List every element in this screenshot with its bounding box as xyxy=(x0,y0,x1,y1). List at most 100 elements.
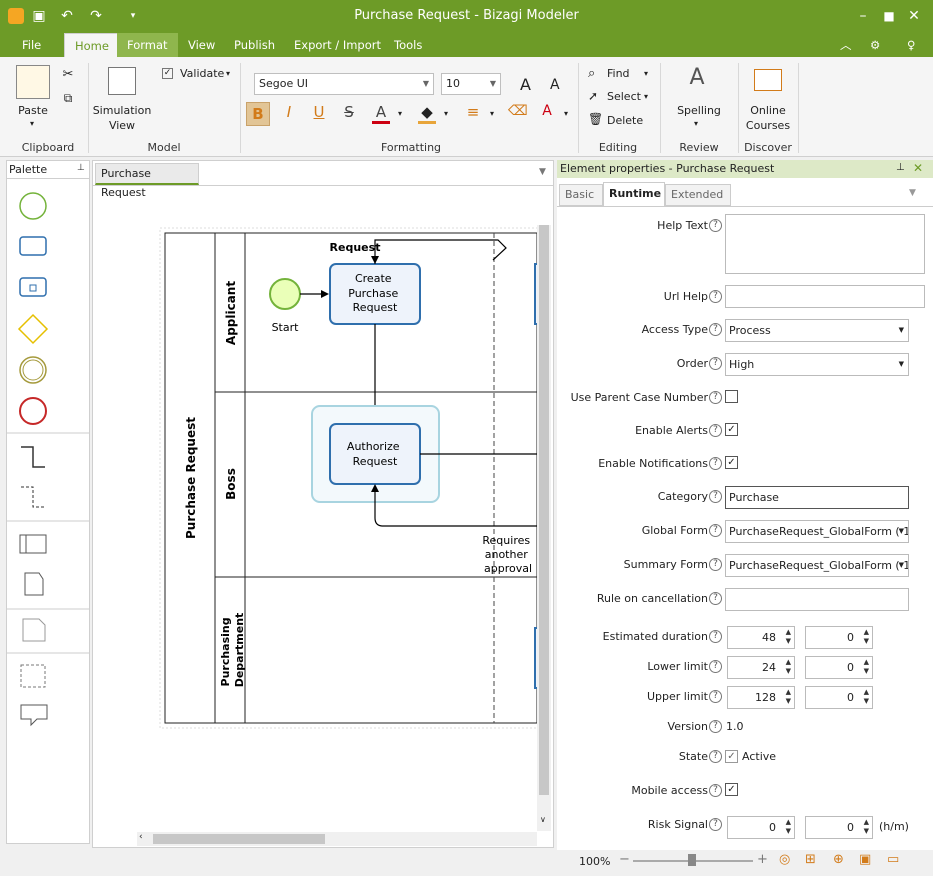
document-tab[interactable]: Purchase Request xyxy=(95,163,199,199)
horizontal-scrollbar-thumb[interactable] xyxy=(153,834,325,844)
spinner-arrows-icon[interactable]: ▲ ▼ xyxy=(864,688,869,706)
estimated-duration-minutes[interactable]: 0 ▲ ▼ xyxy=(805,626,873,649)
tab-list-dropdown-icon[interactable]: ▼ xyxy=(539,167,546,177)
state-checkbox[interactable]: ✓ xyxy=(725,750,738,763)
tab-export-import[interactable]: Export / Import xyxy=(284,33,391,57)
spinner-arrows-icon[interactable]: ▲ ▼ xyxy=(786,628,791,646)
start-event[interactable] xyxy=(269,278,301,310)
clear-format-icon[interactable]: ⌫ xyxy=(508,103,528,119)
help-icon[interactable]: ? xyxy=(709,290,722,303)
close-panel-icon[interactable]: ✕ xyxy=(913,161,923,175)
scroll-down-icon[interactable]: ∨ xyxy=(540,815,546,824)
grow-font-icon[interactable]: A xyxy=(520,75,531,94)
select-dropdown-icon[interactable]: ▾ xyxy=(644,92,648,101)
spinner-arrows-icon[interactable]: ▲ ▼ xyxy=(786,688,791,706)
tab-extended[interactable]: Extended xyxy=(665,184,731,206)
fill-color-dropdown-icon[interactable]: ▾ xyxy=(444,109,448,118)
help-icon[interactable]: ? xyxy=(709,784,722,797)
zoom-out-icon[interactable]: − xyxy=(619,852,630,867)
collapse-ribbon-icon[interactable]: ︿ xyxy=(830,33,862,57)
lower-limit-hours[interactable]: 24 ▲ ▼ xyxy=(727,656,795,679)
online-courses-line1[interactable]: Online xyxy=(740,104,796,117)
risk-signal-hours[interactable]: 0 ▲ ▼ xyxy=(727,816,795,839)
simulation-view-line2[interactable]: View xyxy=(90,119,154,132)
lower-limit-minutes[interactable]: 0 ▲ ▼ xyxy=(805,656,873,679)
spelling-dropdown-icon[interactable]: ▾ xyxy=(694,119,698,128)
paste-icon[interactable] xyxy=(16,65,50,99)
help-icon[interactable]: ? xyxy=(709,219,722,232)
help-icon[interactable]: ? xyxy=(709,424,722,437)
find-icon[interactable]: ⌕ xyxy=(588,66,595,81)
online-courses-icon[interactable] xyxy=(754,69,782,91)
task-shape[interactable] xyxy=(19,236,47,256)
use-parent-checkbox[interactable] xyxy=(725,390,738,403)
align-icon[interactable]: ≡ xyxy=(464,103,482,121)
help-icon[interactable]: ? xyxy=(709,660,722,673)
scroll-left-icon[interactable]: ‹ xyxy=(139,832,143,842)
help-icon[interactable]: ? xyxy=(709,490,722,503)
tab-runtime[interactable]: Runtime xyxy=(603,182,665,206)
access-type-select[interactable]: Process ▼ xyxy=(725,319,909,342)
enable-alerts-checkbox[interactable]: ✓ xyxy=(725,423,738,436)
help-icon[interactable]: ? xyxy=(709,630,722,643)
help-icon[interactable]: ? xyxy=(709,750,722,763)
validate-icon[interactable]: ✓ xyxy=(162,68,173,79)
estimated-duration-hours[interactable]: 48 ▲ ▼ xyxy=(727,626,795,649)
find-button[interactable]: Find xyxy=(607,67,630,80)
fit-page-icon[interactable]: ◎ xyxy=(779,852,790,867)
upper-limit-minutes[interactable]: 0 ▲ ▼ xyxy=(805,686,873,709)
settings-icon[interactable]: ⚙ xyxy=(860,33,890,57)
horizontal-scrollbar[interactable]: ‹ xyxy=(137,832,537,846)
summary-form-select[interactable]: PurchaseRequest_GlobalForm ( 1 ▼ xyxy=(725,554,909,577)
help-bulb-icon[interactable]: ♀ xyxy=(897,33,925,57)
data-object-shape[interactable] xyxy=(24,572,44,596)
paste-dropdown-icon[interactable]: ▾ xyxy=(26,119,38,128)
tabs-dropdown-icon[interactable]: ▼ xyxy=(909,188,916,198)
order-select[interactable]: High ▼ xyxy=(725,353,909,376)
delete-button[interactable]: Delete xyxy=(607,114,643,127)
upper-limit-hours[interactable]: 128 ▲ ▼ xyxy=(727,686,795,709)
gateway-shape[interactable] xyxy=(17,313,49,345)
copy-icon[interactable]: ⧉ xyxy=(60,91,76,106)
font-size-select[interactable]: 10 ▼ xyxy=(441,73,501,95)
select-icon[interactable]: ➚ xyxy=(588,89,598,103)
pin-icon[interactable]: ⊥ xyxy=(896,162,905,173)
spinner-arrows-icon[interactable]: ▲ ▼ xyxy=(864,658,869,676)
artifact-shape[interactable] xyxy=(22,618,46,642)
simulation-view-line1[interactable]: Simulation xyxy=(90,104,154,117)
italic-icon[interactable]: I xyxy=(280,103,298,121)
start-event-shape[interactable] xyxy=(19,192,47,220)
help-icon[interactable]: ? xyxy=(709,818,722,831)
simulation-view-icon[interactable] xyxy=(108,67,136,95)
help-icon[interactable]: ? xyxy=(709,690,722,703)
font-color-icon[interactable]: A xyxy=(372,103,390,124)
strikethrough-icon[interactable]: S xyxy=(340,103,358,121)
font-family-select[interactable]: Segoe UI ▼ xyxy=(254,73,434,95)
risk-signal-minutes[interactable]: 0 ▲ ▼ xyxy=(805,816,873,839)
tab-publish[interactable]: Publish xyxy=(224,33,285,57)
url-help-input[interactable] xyxy=(725,285,925,308)
intermediate-event-shape[interactable] xyxy=(19,356,47,384)
help-icon[interactable]: ? xyxy=(709,720,722,733)
vertical-scrollbar-thumb[interactable] xyxy=(539,225,549,795)
subprocess-shape[interactable] xyxy=(19,277,47,297)
tab-tools[interactable]: Tools xyxy=(384,33,432,57)
task-authorize-request[interactable] xyxy=(329,423,421,485)
tab-file[interactable]: File xyxy=(12,33,51,57)
magnifier-icon[interactable]: ⊕ xyxy=(833,852,844,867)
cut-icon[interactable]: ✂ xyxy=(60,67,76,82)
mobile-access-checkbox[interactable]: ✓ xyxy=(725,783,738,796)
group-shape[interactable] xyxy=(20,664,46,688)
font-color-dropdown-icon[interactable]: ▾ xyxy=(398,109,402,118)
text-direction-icon[interactable]: A xyxy=(538,103,556,119)
spinner-arrows-icon[interactable]: ▲ ▼ xyxy=(786,658,791,676)
fill-color-icon[interactable]: ◆ xyxy=(418,103,436,124)
message-flow-shape[interactable] xyxy=(21,486,45,508)
minimize-icon[interactable]: – xyxy=(854,7,872,25)
close-icon[interactable]: ✕ xyxy=(905,7,923,25)
zoom-in-icon[interactable]: + xyxy=(757,852,768,867)
global-form-select[interactable]: PurchaseRequest_GlobalForm ( 1 ▼ xyxy=(725,520,909,543)
help-icon[interactable]: ? xyxy=(709,524,722,537)
sequence-flow-shape[interactable] xyxy=(21,446,45,468)
zoom-slider-thumb[interactable] xyxy=(688,854,696,866)
